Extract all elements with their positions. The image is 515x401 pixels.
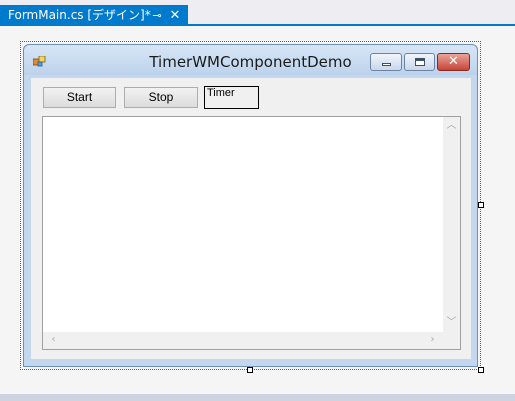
- ide-window: FormMain.cs [デザイン]* ⊸ ✕ TimerWMComponent…: [0, 0, 515, 401]
- minimize-button[interactable]: [370, 53, 402, 71]
- resize-handle-bottom[interactable]: [247, 367, 253, 373]
- document-tab-strip: FormMain.cs [デザイン]* ⊸ ✕: [0, 0, 515, 26]
- form-client-area: Start Stop Timer ︿ ﹀ ‹ ›: [31, 78, 471, 359]
- form-window[interactable]: TimerWMComponentDemo ✕ Start Stop Timer …: [23, 44, 478, 367]
- resize-handle-right[interactable]: [478, 202, 484, 208]
- horizontal-scrollbar[interactable]: ‹ ›: [43, 332, 443, 349]
- status-strip: [0, 394, 515, 401]
- maximize-icon: [415, 58, 425, 66]
- document-tab-formmain[interactable]: FormMain.cs [デザイン]* ⊸ ✕: [0, 5, 188, 26]
- scrollbar-corner: [443, 332, 460, 349]
- minimize-icon: [382, 63, 391, 66]
- scroll-right-icon[interactable]: ›: [424, 335, 441, 345]
- pin-icon[interactable]: ⊸: [151, 5, 163, 26]
- start-button[interactable]: Start: [43, 87, 116, 108]
- output-listbox[interactable]: ︿ ﹀ ‹ ›: [42, 116, 461, 350]
- resize-handle-bottom-right[interactable]: [478, 367, 484, 373]
- scroll-left-icon[interactable]: ‹: [45, 335, 62, 345]
- scroll-up-icon[interactable]: ︿: [443, 121, 460, 131]
- stop-button[interactable]: Stop: [124, 87, 198, 108]
- form-title-bar[interactable]: TimerWMComponentDemo ✕: [24, 45, 477, 75]
- scroll-down-icon[interactable]: ﹀: [443, 318, 460, 328]
- document-tab-label: FormMain.cs [デザイン]*: [8, 8, 151, 22]
- timer-component[interactable]: Timer: [204, 86, 259, 109]
- close-button[interactable]: ✕: [437, 53, 470, 71]
- vertical-scrollbar[interactable]: ︿ ﹀: [443, 117, 460, 332]
- close-icon[interactable]: ✕: [169, 5, 181, 26]
- maximize-button[interactable]: [404, 53, 435, 71]
- close-icon: ✕: [448, 54, 459, 69]
